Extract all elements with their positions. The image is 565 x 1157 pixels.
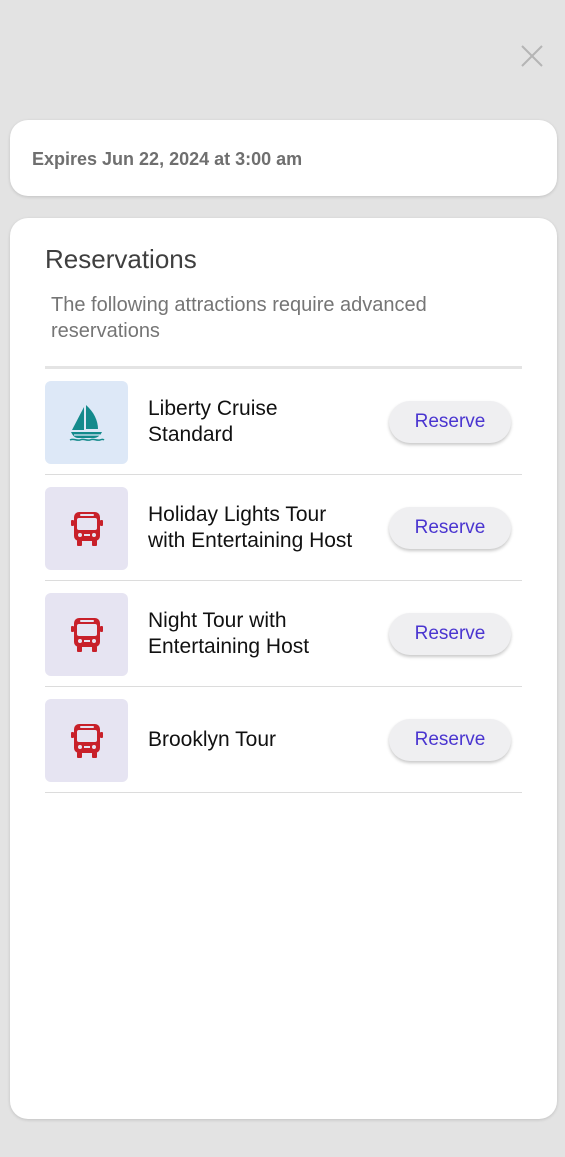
attraction-thumbnail (45, 699, 128, 782)
reserve-button[interactable]: Reserve (389, 719, 511, 761)
attraction-thumbnail (45, 487, 128, 570)
reservation-list: Liberty Cruise Standard Reserve Holiday … (45, 369, 522, 793)
attraction-title: Brooklyn Tour (148, 727, 277, 751)
reserve-button[interactable]: Reserve (389, 401, 511, 443)
attraction-thumbnail (45, 593, 128, 676)
sailboat-icon (69, 404, 105, 441)
reservations-title: Reservations (45, 244, 197, 274)
list-item: Holiday Lights Tour with Entertaining Ho… (45, 475, 522, 581)
attraction-thumbnail (45, 381, 128, 464)
list-item: Night Tour with Entertaining Host Reserv… (45, 581, 522, 687)
bus-icon (70, 511, 103, 546)
expiration-text: Expires Jun 22, 2024 at 3:00 am (32, 148, 303, 169)
close-icon (521, 45, 543, 67)
list-item: Brooklyn Tour Reserve (45, 687, 522, 793)
attraction-title: Holiday Lights Tour with Entertaining Ho… (148, 502, 353, 552)
bus-icon (70, 617, 103, 652)
expiration-card: Expires Jun 22, 2024 at 3:00 am (10, 120, 557, 196)
reservations-subtitle: The following attractions require advanc… (51, 294, 427, 342)
reserve-button[interactable]: Reserve (389, 507, 511, 549)
attraction-title: Night Tour with Entertaining Host (148, 608, 310, 658)
reserve-button[interactable]: Reserve (389, 613, 511, 655)
attraction-title: Liberty Cruise Standard (148, 396, 278, 446)
close-button[interactable] (517, 41, 547, 71)
reservations-card: Reservations The following attractions r… (10, 218, 557, 1119)
bus-icon (70, 723, 103, 758)
list-item: Liberty Cruise Standard Reserve (45, 369, 522, 475)
